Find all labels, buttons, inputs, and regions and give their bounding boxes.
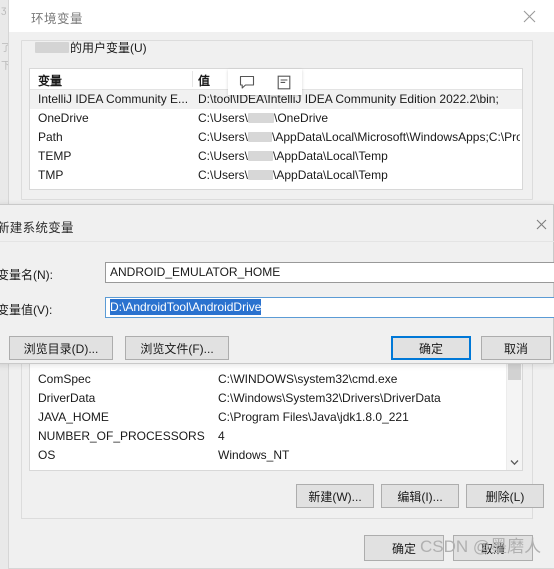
variable-name-label: 变量名(N): xyxy=(0,268,53,282)
variable-name-input[interactable]: ANDROID_EMULATOR_HOME xyxy=(105,262,554,283)
system-list-scrollbar[interactable] xyxy=(506,362,522,470)
table-row[interactable]: NUMBER_OF_PROCESSORS 4 xyxy=(30,427,522,446)
modal-title: 新建系统变量 xyxy=(0,221,74,235)
system-variables-list[interactable]: ComSpec C:\WINDOWS\system32\cmd.exe Driv… xyxy=(29,361,523,471)
new-system-variable-dialog: 新建系统变量 变量名(N): ANDROID_EMULATOR_HOME 变量值… xyxy=(0,204,554,364)
table-row[interactable]: JAVA_HOME C:\Program Files\Java\jdk1.8.0… xyxy=(30,408,522,427)
column-header-variable[interactable]: 变量 xyxy=(38,72,62,89)
delete-system-variable-button[interactable]: 删除(L) xyxy=(466,484,544,508)
row-variable-value: C:\WINDOWS\system32\cmd.exe xyxy=(218,372,398,386)
edit-system-variable-button[interactable]: 编辑(I)... xyxy=(381,484,459,508)
row-variable-value: C:\Users\ \AppData\Local\Temp xyxy=(198,149,388,163)
table-row[interactable]: TMP C:\Users\ \AppData\Local\Temp xyxy=(30,166,522,185)
row-variable-name: JAVA_HOME xyxy=(38,410,109,424)
row-variable-value: 4 xyxy=(218,429,225,443)
table-row[interactable]: DriverData C:\Windows\System32\Drivers\D… xyxy=(30,389,522,408)
cancel-button[interactable]: 取消 xyxy=(453,535,533,561)
comment-icon[interactable] xyxy=(228,69,265,95)
row-variable-name: ComSpec xyxy=(38,372,91,386)
modal-cancel-button[interactable]: 取消 xyxy=(481,336,551,360)
column-header-value[interactable]: 值 xyxy=(198,72,210,89)
note-icon[interactable] xyxy=(265,69,302,95)
background-ghost-glyph: ʒ xyxy=(1,5,7,16)
row-variable-value: C:\Users\ \AppData\Local\Microsoft\Window… xyxy=(198,130,520,144)
redacted-username xyxy=(248,151,274,161)
redacted-username xyxy=(248,170,274,180)
window-titlebar: 环境变量 xyxy=(9,0,554,32)
browse-directory-button[interactable]: 浏览目录(D)... xyxy=(9,336,113,360)
modal-ok-button[interactable]: 确定 xyxy=(391,336,471,360)
redacted-username xyxy=(248,132,273,142)
row-variable-name: Path xyxy=(38,130,63,144)
redacted-username xyxy=(248,113,275,123)
row-variable-name: OneDrive xyxy=(38,111,89,125)
row-variable-name: OS xyxy=(38,448,56,462)
variable-value-input[interactable]: D:\AndroidTool\AndroidDrive xyxy=(105,297,554,318)
table-row[interactable]: OS Windows_NT xyxy=(30,446,522,465)
chevron-down-icon[interactable] xyxy=(507,455,522,470)
close-icon[interactable] xyxy=(531,215,551,233)
user-variables-legend: 的用户变量(U) xyxy=(31,41,151,55)
table-row[interactable]: OneDrive C:\Users\ \OneDrive xyxy=(30,109,522,128)
row-variable-value: C:\Users\ \OneDrive xyxy=(198,111,329,125)
user-variables-legend-text: 的用户变量(U) xyxy=(70,41,147,55)
system-variable-actions: 新建(W)... 编辑(I)... 删除(L) xyxy=(9,484,554,508)
ok-button[interactable]: 确定 xyxy=(364,535,444,561)
row-variable-name: DriverData xyxy=(38,391,96,405)
row-variable-value: C:\Program Files\Java\jdk1.8.0_221 xyxy=(218,410,409,424)
row-variable-value: C:\Users\ \AppData\Local\Temp xyxy=(198,168,388,182)
row-variable-value: Windows_NT xyxy=(218,448,290,462)
new-system-variable-button[interactable]: 新建(W)... xyxy=(296,484,374,508)
table-row[interactable]: TEMP C:\Users\ \AppData\Local\Temp xyxy=(30,147,522,166)
page-title: 环境变量 xyxy=(31,12,84,26)
browse-file-button[interactable]: 浏览文件(F)... xyxy=(125,336,229,360)
row-variable-name: IntelliJ IDEA Community E... xyxy=(38,92,189,106)
scrollbar-thumb[interactable] xyxy=(508,362,521,380)
table-row[interactable]: ComSpec C:\WINDOWS\system32\cmd.exe xyxy=(30,370,522,389)
redacted-username xyxy=(35,42,69,53)
floating-annotation-toolbar xyxy=(228,69,302,95)
modal-buttons: 浏览目录(D)... 浏览文件(F)... 确定 取消 xyxy=(0,336,554,360)
selected-text: D:\AndroidTool\AndroidDrive xyxy=(110,299,262,315)
row-variable-name: TMP xyxy=(38,168,64,182)
row-variable-name: NUMBER_OF_PROCESSORS xyxy=(38,429,205,443)
table-row[interactable]: Path C:\Users\ \AppData\Local\Microsoft\W… xyxy=(30,128,522,147)
variable-value-label: 变量值(V): xyxy=(0,303,53,317)
header-divider xyxy=(192,71,193,87)
modal-divider xyxy=(0,241,554,242)
close-icon[interactable] xyxy=(509,0,549,32)
row-variable-name: TEMP xyxy=(38,149,72,163)
row-variable-value: C:\Windows\System32\Drivers\DriverData xyxy=(218,391,441,405)
dialog-footer: 确定 取消 xyxy=(9,535,554,561)
